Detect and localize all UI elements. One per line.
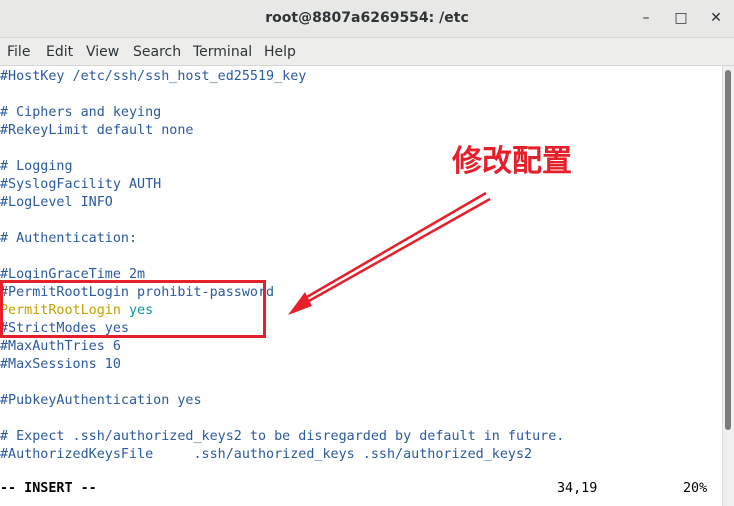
annotation-arrow	[288, 191, 491, 315]
arrow-shaft-2	[299, 191, 487, 303]
arrow-shaft-1	[299, 197, 491, 308]
